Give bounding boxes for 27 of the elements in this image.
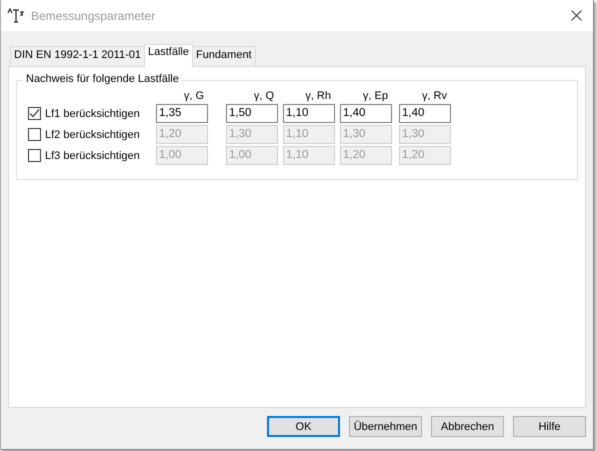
input-field[interactable]: 1,35 [156, 104, 208, 123]
input-field[interactable]: 1,10 [283, 104, 335, 123]
tab[interactable]: Fundament [192, 46, 256, 66]
column-header: γ, Q [252, 90, 275, 102]
checkbox-label[interactable]: Lf1 berücksichtigen [45, 108, 156, 120]
input-field[interactable]: 1,50 [226, 104, 278, 123]
checkbox[interactable] [28, 128, 41, 141]
checkbox-label[interactable]: Lf2 berücksichtigen [45, 128, 156, 140]
input-field[interactable]: 1,40 [399, 104, 451, 123]
checkbox[interactable] [28, 107, 41, 120]
button[interactable]: Abbrechen [431, 416, 504, 437]
checkbox[interactable] [28, 149, 41, 162]
tab[interactable]: DIN EN 1992-1-1 2011-01 [10, 46, 145, 66]
column-header: γ, Ep [362, 90, 389, 102]
button[interactable]: OK [267, 416, 340, 437]
column-header: γ, Rv [420, 90, 448, 102]
button[interactable]: Übernehmen [349, 416, 422, 437]
column-header: γ, G [182, 90, 205, 102]
group-title: Nachweis für folgende Lastfälle [23, 73, 182, 85]
input-field[interactable]: 1,40 [340, 104, 392, 123]
close-icon[interactable] [571, 10, 582, 21]
window-title: Bemessungsparameter [31, 8, 156, 22]
button[interactable]: Hilfe [513, 416, 586, 437]
tab[interactable]: Lastfälle [144, 44, 193, 67]
text-format-icon [7, 8, 25, 24]
checkbox-label[interactable]: Lf3 berücksichtigen [45, 150, 156, 162]
column-header: γ, Rh [304, 90, 332, 102]
